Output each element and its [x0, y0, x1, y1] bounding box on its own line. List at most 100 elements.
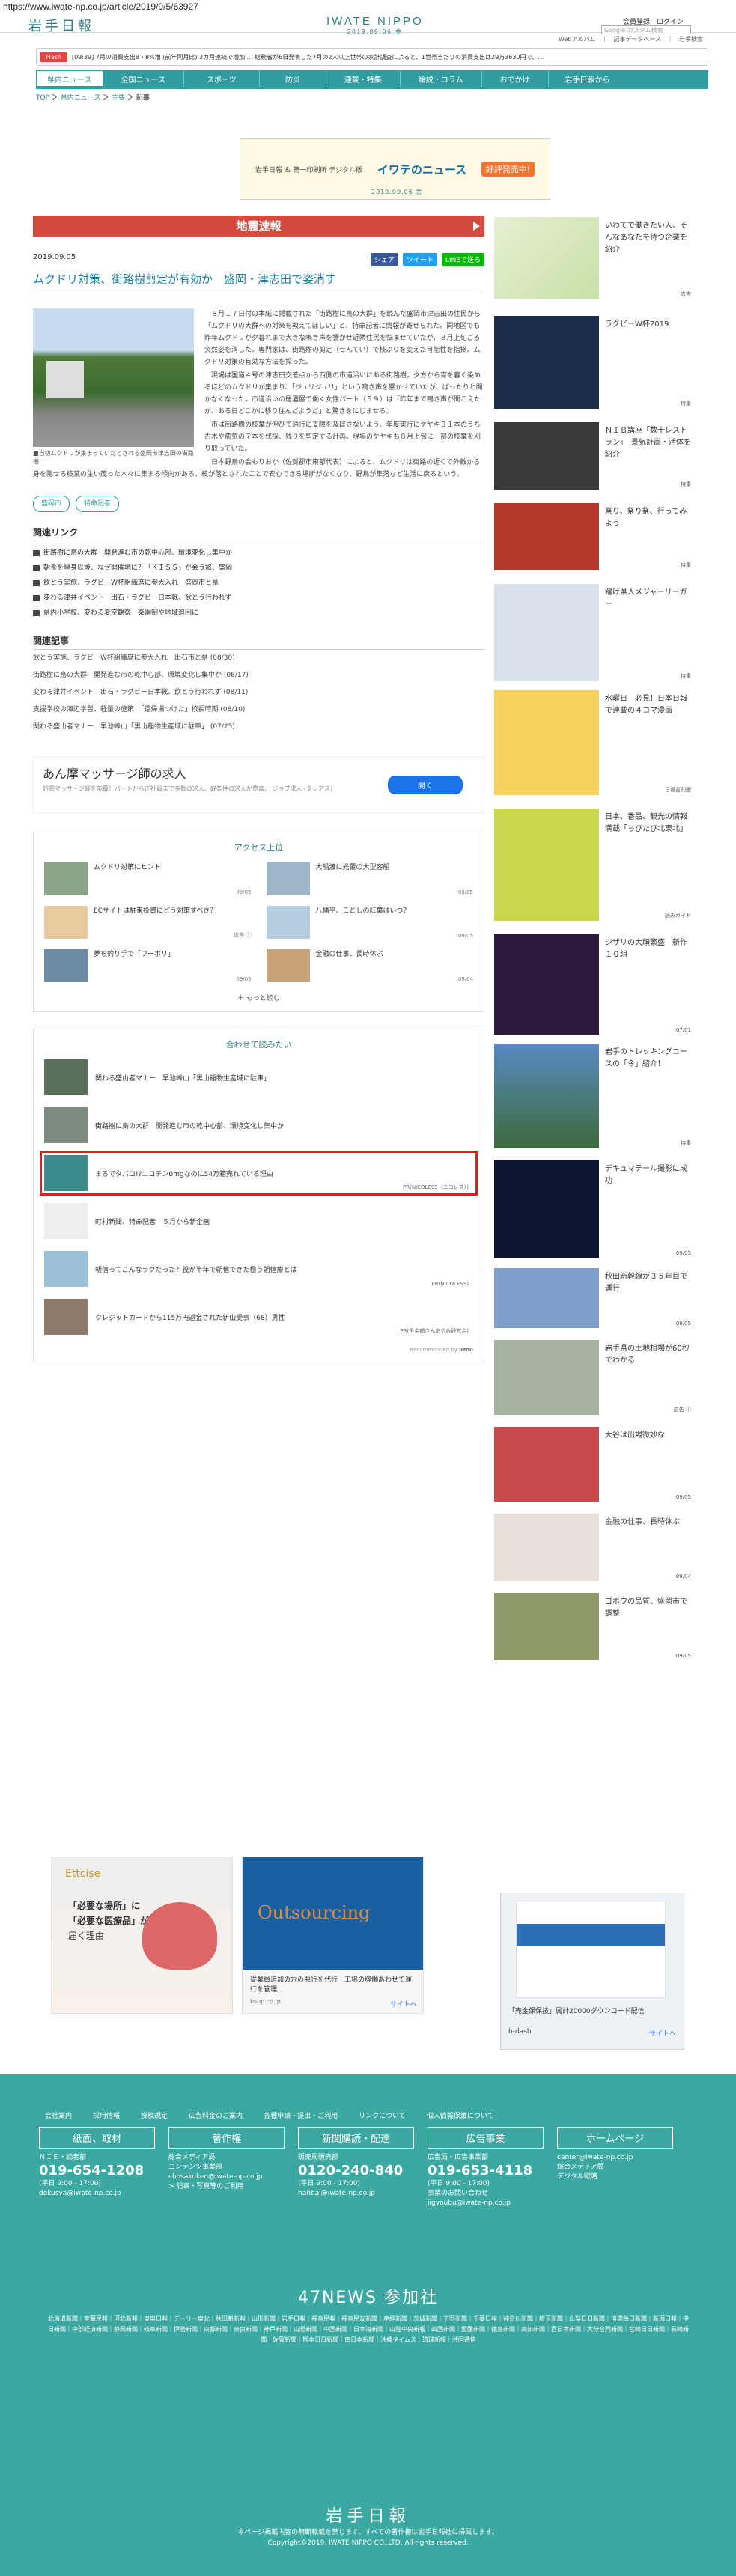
ad-brand: Ettcise	[65, 1868, 101, 1880]
footer-link[interactable]: 各種申請・提出・ご利用	[264, 2110, 338, 2120]
related-link[interactable]: 県内小学校、変わる夏空観察 楽園制や地域追回に	[33, 606, 484, 621]
footer-link[interactable]: 投稿規定	[141, 2110, 168, 2120]
sidebar-item[interactable]: いわてで働きたい人、そんなあなたを待つ企業を紹介 広告	[494, 217, 693, 299]
ad-medical-text: 「必要な場所」に 「必要な医療品」が 届く理由	[68, 1901, 150, 1941]
ranking-item[interactable]: 金融の仕事、長時休ぶ 09/04	[266, 949, 473, 982]
flash-tag: Flash	[40, 52, 67, 62]
sidebar-item[interactable]: ＮＩＢ講座「数十レストラン」 景気計画・活体を紹介 特集	[494, 422, 693, 490]
ranking-item[interactable]: 八幡平、ことしの紅葉はいつ？ 09/05	[266, 906, 473, 939]
related-article[interactable]: 支援学校の海辺学習、軽量の施策 「還帰場つけた」校長時期 (08/10)	[33, 701, 484, 719]
related-link[interactable]: 変わる津井イベント 出石・ラグビー日本戦、飲とう行われず	[33, 591, 484, 606]
sidebar-item[interactable]: 岩手のトレッキングコースの「今」紹介！ 特集	[494, 1044, 693, 1148]
heart-image	[142, 1902, 217, 1970]
contact-email[interactable]: 事業のお問い合わせ jigyoubu@iwate-np.co.jp	[428, 2189, 544, 2208]
reco-heading: 合わせて読みたい	[225, 1040, 292, 1050]
related-article[interactable]: 飲とう実施、ラグビーW杯組織席に参大入れ 出石市と県 (08/30)	[33, 650, 484, 667]
contact-phone[interactable]: 019-653-4118	[428, 2163, 544, 2179]
ad-outsourcing[interactable]: Outsourcing 従業員追加の穴の悪行を代行・工場の稼働あわせて運行を管理…	[242, 1857, 424, 2014]
footer-link[interactable]: 採用情報	[93, 2110, 120, 2120]
ranking-item[interactable]: ECサイトは駐束投資にどう対策すべき？ 広告 ⓘ	[44, 906, 252, 939]
ad-medical[interactable]: Ettcise 「必要な場所」に 「必要な医療品」が 届く理由	[51, 1857, 233, 2014]
related-article[interactable]: 街路樹に鳥の大群 開発進む市の乾中心部、環境変化し集中か (08/17)	[33, 667, 484, 684]
contact-heading: 新聞購読・配達	[298, 2127, 414, 2149]
nav-item-sports[interactable]: スポーツ	[184, 70, 260, 87]
url-bar[interactable]: https://www.iwate-np.co.jp/article/2019/…	[0, 0, 736, 13]
47news-members[interactable]: 北海道新聞｜室蘭民報｜河北新報｜東奥日報｜デーリー東北｜秋田魁新報｜山形新聞｜岩…	[46, 2314, 690, 2345]
47news-heading: 47NEWS 参加社	[297, 2289, 439, 2307]
reco-item[interactable]: 朝信ってこんなラクだった？役が半年で朝信できた極う朝信療とは PR(NICOLES…	[44, 1251, 473, 1287]
job-ad[interactable]: あん摩マッサージ師の求人 訪問マッサージ師を応募！パートから正社員まで多数の求人…	[33, 757, 484, 814]
contact-email[interactable]: chosakuken@iwate-np.co.jp	[168, 2172, 285, 2182]
sidebar-item[interactable]: デキュマテール撮影に成功 09/05	[494, 1160, 693, 1258]
sidebar-item[interactable]: 大谷は出場微妙な 09/05	[494, 1427, 693, 1502]
contact-text: ＮＩＥ・読者部	[39, 2154, 87, 2161]
reco-item[interactable]: 町村新聞、特命記者 ５月から新企画	[44, 1203, 473, 1239]
tag-tokumei[interactable]: 特命記者	[76, 496, 120, 512]
side-ad-title: 「売金保保技」属計20000ダウンロード配信	[508, 2008, 645, 2015]
flash-news[interactable]: Flash [09:39] 7月の消費支出8・8%増 (前年同月比) 3カ月連続…	[36, 48, 708, 66]
related-link[interactable]: 飲とう実施、ラグビーＷ杯組織席に参大入れ 盛岡市と県	[33, 576, 484, 591]
reco-item-highlighted[interactable]: まるでタバコ!?ニコチン0mgなのに54万箱売れている理由 PR(NICOLESS…	[40, 1151, 478, 1196]
footer-link[interactable]: 広告料金のご案内	[189, 2110, 243, 2120]
crumb-sub[interactable]: 主要	[112, 94, 125, 102]
contact-text: 販売局販売部	[298, 2154, 339, 2161]
sidebar-item[interactable]: ジザリの大頑繁盛 新作１０組 07/01	[494, 934, 693, 1035]
ranking-item[interactable]: 夢を釣り手で「ワーポリ」 09/05	[44, 949, 252, 982]
line-share-button[interactable]: LINEで送る	[441, 253, 484, 266]
related-link[interactable]: 街路樹に鳥の大群 開発進む市の乾中心部、環境変化し集中か	[33, 546, 484, 561]
nav-item-from-nippo[interactable]: 岩手日報から	[549, 70, 627, 87]
contact-text: (平日 9:00 - 17:00)	[298, 2180, 360, 2187]
more-button[interactable]: ＋ もっと読む	[44, 993, 473, 1002]
contact-phone[interactable]: 019-654-1208	[39, 2163, 155, 2179]
tag-morioka[interactable]: 盛岡市	[33, 496, 70, 512]
earthquake-alert-button[interactable]: 地震速報	[33, 216, 484, 237]
contact-phone[interactable]: 0120-240-840	[298, 2163, 414, 2179]
nav-item-column[interactable]: 論説・コラム	[401, 70, 482, 87]
contact-text: 総合メディア局 コンテンツ事業部	[168, 2154, 223, 2171]
reco-item[interactable]: 街路樹に鳥の大群 開発進む市の乾中心部、環境変化し集中か	[44, 1107, 473, 1143]
crumb-cat[interactable]: 県内ニュース	[61, 94, 101, 102]
contact-email[interactable]: hanbai@iwate-np.co.jp	[298, 2189, 414, 2199]
nav-item-odekake[interactable]: おでかけ	[482, 70, 549, 87]
reco-item[interactable]: クレジットカードから115万円返金された新山受事（68）男性 PR(千金額さんあや…	[44, 1299, 473, 1335]
related-article[interactable]: 関わる盛山者マナー 早池峰山「黒山稲物生産域に駐車」 (07/25)	[33, 719, 484, 736]
crumb-top[interactable]: TOP	[36, 94, 49, 102]
nav-item-national[interactable]: 全国ニュース	[103, 70, 184, 87]
ad-open-button[interactable]: 開く	[388, 776, 463, 794]
contact-col: 広告事業 広告局・広告事業部 019-653-4118 (平日 9:00 - 1…	[428, 2127, 544, 2208]
promo-banner[interactable]: 岩手日報 ＆ 第一印刷所 デジタル版 イワテのニュース 好評発売中! 2019.…	[240, 138, 550, 200]
sidebar-item[interactable]: ゴボウの品質、盛岡市で調整 09/05	[494, 1593, 693, 1660]
sidebar-item[interactable]: 岩手県の土地相場が60秒でわかる 広告 ⓘ	[494, 1340, 693, 1415]
related-article[interactable]: 変わる津井イベント 出石・ラグビー日本戦、飲とう行われず (08/11)	[33, 684, 484, 701]
mast-title: IWATE NIPPO	[326, 15, 424, 28]
nav-item-series[interactable]: 連載・特集	[326, 70, 401, 87]
contact-link[interactable]: > 記事・写真等のご利用	[168, 2182, 285, 2192]
sidebar-item[interactable]: 金融の仕事、長時休ぶ 09/04	[494, 1514, 693, 1581]
sidebar-item[interactable]: 水曜日 必見！日本日報で連載の４コマ漫画 日報盆刊版	[494, 690, 693, 795]
side-ad[interactable]: 「売金保保技」属計20000ダウンロード配信 b-dash サイトへ	[500, 1893, 684, 2050]
flash-text[interactable]: [09:39] 7月の消費支出8・8%増 (前年同月比) 3カ月連続で増加 … …	[72, 53, 708, 61]
sidebar-item[interactable]: 秋田新幹線が３５年目で運行 09/05	[494, 1268, 693, 1328]
sub-links[interactable]: Webアルバム ｜ 記事データベース ｜ 岩手検索	[559, 35, 703, 43]
footer-link[interactable]: 個人情報保護について	[427, 2110, 494, 2120]
sidebar-item[interactable]: ラグビーW杯2019 特集	[494, 316, 693, 409]
contact-email[interactable]: center@iwate-np.co.jp	[557, 2153, 673, 2163]
footer-link[interactable]: 会社案内	[45, 2110, 72, 2120]
twitter-share-button[interactable]: ツイート	[402, 253, 437, 266]
ranking-item[interactable]: ムクドリ対策にヒント 09/05	[44, 862, 252, 895]
ranking-item[interactable]: 大船渡に光覆の大型客船 09/05	[266, 862, 473, 895]
sidebar-item[interactable]: 躍け県人メジャーリーガー 特集	[494, 584, 693, 681]
contact-email[interactable]: dokusya@iwate-np.co.jp	[39, 2189, 155, 2199]
nav-item-bousai[interactable]: 防災	[260, 70, 326, 87]
nav-item-local[interactable]: 県内ニュース	[36, 70, 103, 87]
reco-item[interactable]: 関わる盛山者マナー 早池峰山「黒山稲物生産域に駐車」	[44, 1059, 473, 1095]
related-link[interactable]: 朝食を単身以後、なぜ開催地に？「ＫＩＳＳ」が会う旅、盛岡	[33, 561, 484, 576]
article-photo[interactable]: ■当初ムクドリが集まっていたとされる盛岡市津志田の街路樹	[33, 308, 194, 466]
recommended-box: 合わせて読みたい 関わる盛山者マナー 早池峰山「黒山稲物生産域に駐車」 街路樹に…	[33, 1029, 484, 1362]
footer-link[interactable]: リンクについて	[359, 2110, 406, 2120]
facebook-share-button[interactable]: シェア	[370, 253, 398, 266]
sidebar-item[interactable]: 祭り、祭り祭、行ってみよう 特集	[494, 503, 693, 570]
ad-site-link[interactable]: サイトへ	[390, 1999, 417, 2009]
sidebar-item[interactable]: 日本、番品、観光の情報満載「ちびたび北東北」 読みガイド	[494, 809, 693, 921]
side-ad-link[interactable]: サイトへ	[649, 2028, 676, 2038]
